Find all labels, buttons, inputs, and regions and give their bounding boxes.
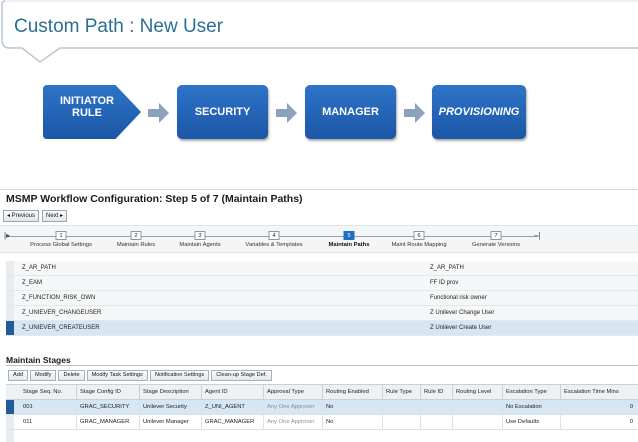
table-row[interactable]: Z_FUNCTION_RISK_OWN Functional risk owne…: [6, 291, 638, 306]
cell-config: GRAC_MANAGER: [76, 415, 140, 429]
wizard-step-number: 4: [268, 231, 280, 240]
stages-table: Stage Seq. No. Stage Config ID Stage Des…: [6, 384, 638, 442]
cell-agent: Z_UNI_AGENT: [201, 400, 263, 414]
cell-approval: Any One Approver: [263, 400, 322, 414]
path-description: Z_AR_PATH: [430, 265, 464, 271]
table-row-empty[interactable]: [6, 430, 638, 442]
flow-step-manager: MANAGER: [305, 85, 396, 139]
table-row[interactable]: Z_UNIEVER_CREATEUSER Z Unilever Create U…: [6, 321, 638, 336]
table-row[interactable]: Z_EAM FF ID prov: [6, 276, 638, 291]
row-selector[interactable]: [6, 261, 14, 275]
previous-button[interactable]: ◂ Previous: [3, 210, 40, 222]
flow-step-provisioning: PROVISIONING: [432, 85, 526, 139]
next-button[interactable]: Next ▸: [42, 210, 68, 222]
row-selector[interactable]: [6, 291, 14, 305]
path-description: Z Unilever Create User: [430, 325, 492, 331]
process-flow: INITIATOR RULE SECURITY MANAGER PROVISION…: [0, 82, 638, 148]
flow-initiator-line1: INITIATOR: [60, 95, 114, 107]
cell-esc-type: No Escalation: [502, 400, 560, 414]
cell-esc-type: Use Defaults: [502, 415, 560, 429]
column-header[interactable]: Approval Type: [263, 385, 322, 399]
sap-workflow-panel: MSMP Workflow Configuration: Step 5 of 7…: [0, 189, 638, 442]
wizard-step-number: 3: [194, 231, 206, 240]
column-header[interactable]: Routing Level: [452, 385, 504, 399]
cell-config: GRAC_SECURITY: [76, 400, 140, 414]
cell-rule-type: [382, 415, 420, 429]
delete-button[interactable]: Delete: [58, 370, 85, 381]
column-header[interactable]: Routing Enabled: [322, 385, 382, 399]
column-header[interactable]: Escalation Time Mins: [560, 385, 638, 399]
column-header[interactable]: Rule ID: [420, 385, 452, 399]
table-row[interactable]: 011 GRAC_MANAGER Unilever Manager GRAC_M…: [6, 415, 638, 430]
cleanup-stage-def-button[interactable]: Clean-up Stage Def.: [211, 370, 272, 381]
cell-routing: No: [322, 400, 382, 414]
cell-description: Unilever Security: [139, 400, 201, 414]
flow-step-security: SECURITY: [177, 85, 268, 139]
path-description: Functional risk owner: [430, 295, 487, 301]
path-id: Z_AR_PATH: [22, 265, 56, 271]
modify-task-settings-button[interactable]: Modify Task Settings: [86, 370, 148, 381]
column-header[interactable]: Stage Config ID: [76, 385, 140, 399]
path-description: Z Unilever Change User: [430, 310, 495, 316]
cell-level: [452, 415, 504, 429]
path-description: FF ID prov: [430, 280, 459, 286]
cell-esc-time: 0: [560, 400, 638, 414]
path-id: Z_EAM: [22, 280, 43, 286]
column-header[interactable]: Stage Description: [139, 385, 201, 399]
sap-page-title: MSMP Workflow Configuration: Step 5 of 7…: [6, 193, 303, 205]
path-id: Z_UNIEVER_CHANGEUSER: [22, 310, 102, 316]
cell-rule-type: [382, 400, 420, 414]
wizard-step-number: 2: [130, 231, 142, 240]
wizard-step-label: Generate Versions: [471, 242, 520, 248]
cell-rule-id: [420, 415, 452, 429]
row-selector[interactable]: [6, 306, 14, 320]
column-header[interactable]: Agent ID: [201, 385, 263, 399]
wizard-step-number: 6: [413, 231, 425, 240]
wizard-steps: |▸ –| 1 Process Global Settings 2 Mainta…: [0, 225, 638, 253]
path-id: Z_FUNCTION_RISK_OWN: [22, 295, 96, 301]
flow-step-initiator-rule: INITIATOR RULE: [43, 85, 141, 139]
cell-seq: 011: [23, 419, 33, 425]
modify-button[interactable]: Modify: [29, 370, 57, 381]
cell-rule-id: [420, 400, 452, 414]
row-selector[interactable]: [6, 276, 14, 290]
row-selector[interactable]: [6, 321, 14, 335]
divider: [6, 365, 638, 366]
cell-routing: No: [322, 415, 382, 429]
wizard-step-number: 1: [55, 231, 67, 240]
wizard-nav: ◂ Previous Next ▸: [3, 210, 68, 222]
row-selector[interactable]: [6, 400, 14, 414]
slide-title: Custom Path : New User: [14, 16, 224, 37]
slide-header: Custom Path : New User: [0, 0, 638, 75]
column-header[interactable]: Stage Seq. No.: [20, 385, 78, 399]
flow-initiator-line2: RULE: [72, 107, 102, 119]
paths-table: Z_AR_PATH Z_AR_PATH Z_EAM FF ID prov Z_F…: [6, 261, 638, 336]
cell-agent: GRAC_MANAGER: [201, 415, 263, 429]
table-header: Stage Seq. No. Stage Config ID Stage Des…: [6, 384, 638, 400]
flow-arrow-icon: [276, 103, 297, 123]
stages-section-title: Maintain Stages: [6, 355, 71, 365]
cell-esc-time: 0: [560, 415, 638, 429]
stages-toolbar: Add Modify Delete Modify Task Settings N…: [8, 370, 272, 381]
table-row[interactable]: Z_UNIEVER_CHANGEUSER Z Unilever Change U…: [6, 306, 638, 321]
notification-settings-button[interactable]: Notification Settings: [149, 370, 210, 381]
row-selector[interactable]: [6, 430, 14, 442]
wizard-step-7[interactable]: 7 Generate Versions: [441, 228, 551, 254]
add-button[interactable]: Add: [8, 370, 28, 381]
row-selector[interactable]: [6, 415, 14, 429]
flow-arrow-icon: [148, 103, 169, 123]
cell-approval: Any One Approver: [263, 415, 322, 429]
flow-arrow-icon: [404, 103, 425, 123]
cell-seq: 001: [23, 404, 33, 410]
slide: Custom Path : New User INITIATOR RULE SEC…: [0, 0, 638, 442]
table-row[interactable]: Z_AR_PATH Z_AR_PATH: [6, 261, 638, 276]
path-id: Z_UNIEVER_CREATEUSER: [22, 325, 100, 331]
cell-level: [452, 400, 504, 414]
column-header[interactable]: Escalation Type: [502, 385, 560, 399]
table-row[interactable]: 001 GRAC_SECURITY Unilever Security Z_UN…: [6, 400, 638, 415]
cell-description: Unilever Manager: [139, 415, 201, 429]
column-header[interactable]: Rule Type: [382, 385, 420, 399]
wizard-step-number: 7: [490, 231, 502, 240]
wizard-step-number: 5: [343, 231, 355, 240]
